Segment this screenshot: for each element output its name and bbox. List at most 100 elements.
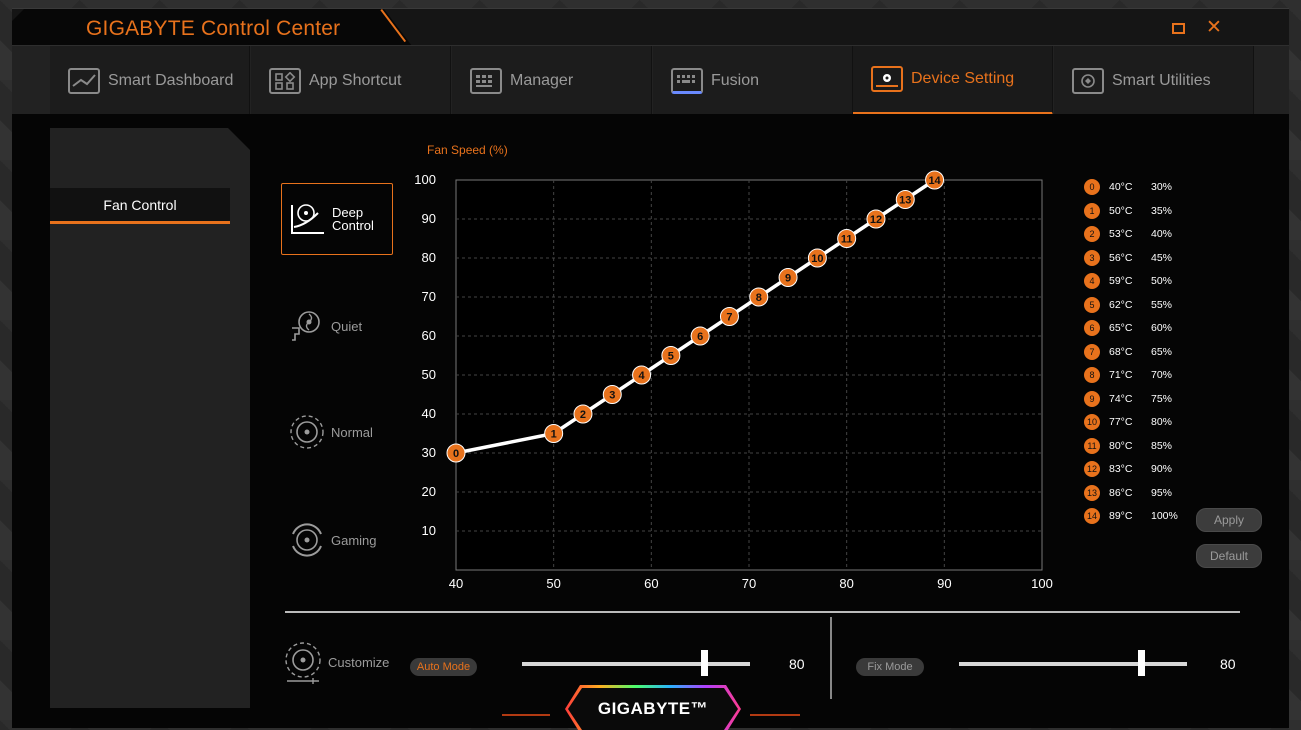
legend-temperature: 62°C [1109, 298, 1133, 311]
auto-mode-slider-thumb[interactable] [701, 650, 709, 676]
legend-row: 10 77°C 80% [1084, 413, 1191, 431]
fix-mode-value: 80 [1220, 656, 1236, 672]
legend-row: 14 89°C 100% [1084, 507, 1191, 525]
dashboard-icon [68, 67, 100, 94]
legend-row: 8 71°C 70% [1084, 366, 1191, 384]
legend-speed: 70% [1151, 369, 1173, 381]
legend-point-badge: 5 [1084, 296, 1100, 313]
tab-fusion[interactable]: Fusion [653, 46, 853, 115]
legend-row: 13 86°C 95% [1084, 484, 1191, 502]
maximize-icon [1171, 22, 1185, 34]
tab-app-shortcut[interactable]: App Shortcut [251, 46, 451, 115]
sidebar-item-fan-control[interactable]: Fan Control [50, 188, 230, 224]
legend-speed: 95% [1151, 486, 1173, 499]
legend-speed: 40% [1151, 228, 1173, 240]
legend-temperature: 89°C [1109, 510, 1133, 522]
legend-row: 1 50°C 35% [1084, 202, 1191, 220]
footer-accent-line [750, 714, 800, 716]
fix-mode-button[interactable]: Fix Mode [856, 658, 924, 676]
legend-point-badge: 6 [1084, 320, 1100, 336]
auto-mode-value: 80 [789, 656, 805, 672]
fix-mode-slider[interactable] [959, 662, 1187, 666]
legend-point-badge: 3 [1084, 249, 1100, 266]
legend-point-badge: 8 [1084, 367, 1100, 383]
legend-row: 4 59°C 50% [1084, 272, 1191, 290]
legend-temperature: 77°C [1109, 416, 1133, 428]
mode-quiet-button[interactable]: Quiet [281, 290, 393, 362]
y-tick-label: 10 [422, 523, 436, 538]
auto-mode-slider[interactable] [522, 662, 750, 666]
footer-accent-line [502, 714, 550, 716]
legend-temperature: 80°C [1109, 439, 1133, 452]
mode-normal-button[interactable]: Normal [281, 396, 393, 468]
y-tick-label: 80 [422, 250, 436, 265]
y-tick-label: 40 [422, 406, 436, 421]
legend-speed: 60% [1151, 322, 1173, 334]
legend-temperature: 56°C [1109, 251, 1133, 264]
gaming-fan-icon [292, 523, 322, 557]
legend-point-badge: 2 [1084, 226, 1100, 242]
legend-row: 11 80°C 85% [1084, 437, 1191, 455]
curve-point-label: 4 [639, 370, 646, 382]
legend-speed: 75% [1151, 392, 1173, 405]
sidebar: Fan Control [50, 128, 250, 708]
tab-smart-dashboard[interactable]: Smart Dashboard [50, 46, 250, 115]
apply-button[interactable]: Apply [1196, 508, 1262, 532]
tab-device-setting[interactable]: Device Setting [853, 46, 1053, 115]
mode-label-deep-control: Deep Control [332, 206, 374, 232]
app-shortcut-icon [269, 67, 301, 94]
deep-control-icon [291, 204, 324, 234]
legend-temperature: 86°C [1109, 486, 1133, 499]
mode-gaming-button[interactable]: Gaming [281, 504, 393, 576]
tab-label: Fusion [711, 71, 760, 89]
legend-row: 7 68°C 65% [1084, 343, 1191, 361]
x-tick-label: 90 [937, 576, 951, 591]
y-tick-label: 90 [422, 211, 436, 226]
legend-speed: 55% [1151, 298, 1173, 311]
legend-speed: 90% [1151, 463, 1173, 475]
mode-label-quiet: Quiet [331, 318, 363, 334]
x-tick-label: 80 [839, 576, 853, 591]
y-tick-label: 20 [422, 484, 436, 499]
curve-point-label: 11 [841, 234, 853, 246]
tab-smart-utilities[interactable]: Smart Utilities [1054, 46, 1254, 115]
curve-point-label: 14 [928, 175, 941, 187]
x-tick-label: 50 [546, 576, 560, 591]
legend-temperature: 71°C [1109, 369, 1133, 381]
tab-label: Device Setting [911, 70, 1015, 87]
legend-speed: 65% [1151, 345, 1173, 358]
fan-curve-chart[interactable]: 40 50 60 70 80 90 1001020304050607080901000123… [400, 156, 1080, 616]
legend-speed: 35% [1151, 204, 1173, 217]
legend-point-badge: 11 [1084, 437, 1100, 454]
legend-point-badge: 4 [1084, 273, 1100, 289]
content-area: Fan Control Deep Control Quiet Normal Ga… [12, 114, 1289, 728]
x-tick-label: 70 [742, 576, 756, 591]
chart-y-axis-title: Fan Speed (%) [427, 143, 508, 157]
default-button[interactable]: Default [1196, 544, 1262, 568]
tab-manager[interactable]: Manager [452, 46, 652, 115]
mode-label-gaming: Gaming [331, 532, 377, 548]
legend-speed: 45% [1151, 251, 1173, 264]
tab-label: Smart Dashboard [108, 71, 234, 89]
curve-point-label: 8 [756, 292, 762, 304]
keyboard-icon [671, 67, 703, 94]
curve-point-label: 13 [899, 195, 911, 207]
y-tick-label: 70 [422, 289, 436, 304]
legend-point-badge: 9 [1084, 390, 1100, 407]
fix-mode-slider-thumb[interactable] [1138, 650, 1146, 676]
laptop-gear-icon [871, 66, 903, 92]
legend-row: 12 83°C 90% [1084, 460, 1191, 478]
mode-deep-control-button[interactable]: Deep Control [281, 183, 393, 255]
tab-label: Manager [510, 71, 574, 89]
legend-point-badge: 14 [1084, 508, 1100, 524]
maximize-button[interactable] [1169, 19, 1187, 37]
curve-point-label: 6 [697, 331, 703, 343]
x-tick-label: 40 [449, 576, 463, 591]
normal-fan-icon [290, 415, 324, 449]
curve-point-label: 2 [580, 409, 586, 421]
close-button[interactable]: ✕ [1205, 17, 1223, 38]
tab-label: App Shortcut [309, 71, 402, 89]
legend-speed: 30% [1151, 181, 1173, 193]
auto-mode-button[interactable]: Auto Mode [410, 658, 477, 676]
close-icon: ✕ [1206, 17, 1222, 38]
